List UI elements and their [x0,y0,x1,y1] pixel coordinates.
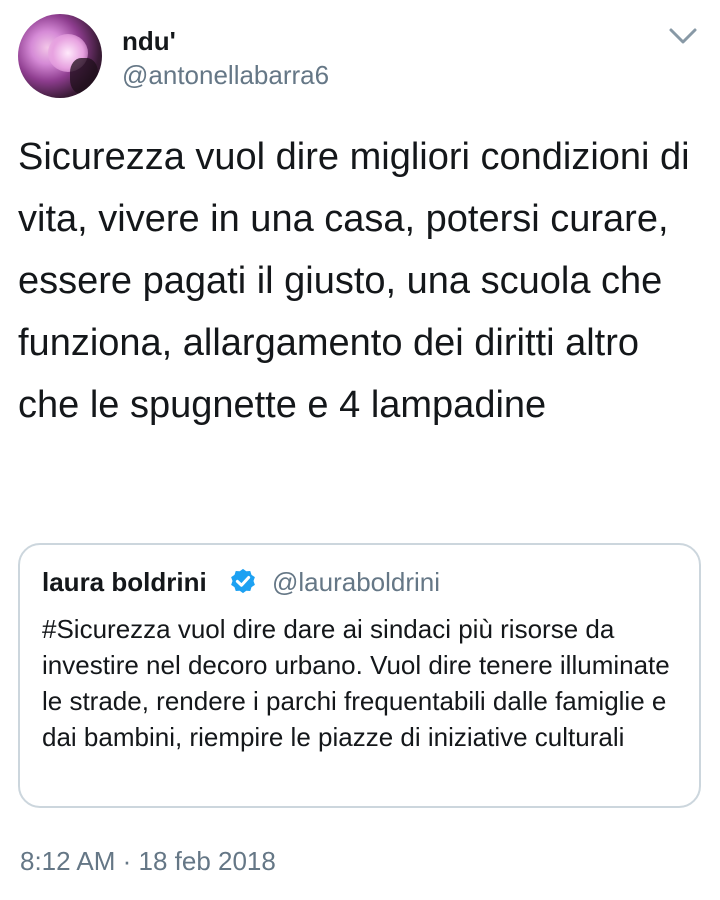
quoted-author-name: laura boldrini [42,567,207,597]
chevron-down-icon[interactable] [668,24,698,48]
author-display-name[interactable]: ndu' [122,26,176,57]
avatar[interactable] [18,14,102,98]
verified-badge-icon [231,568,255,594]
author-handle[interactable]: @antonellabarra6 [122,60,329,91]
tweet-container: ndu' @antonellabarra6 Sicurezza vuol dir… [0,0,720,900]
quoted-tweet-card[interactable]: laura boldrini @lauraboldrini #Sicurezza… [18,543,701,808]
tweet-timestamp[interactable]: 8:12 AM · 18 feb 2018 [20,846,276,877]
quoted-tweet-text: #Sicurezza vuol dire dare ai sindaci più… [42,614,670,752]
avatar-shadow [70,58,98,94]
quoted-author-handle: @lauraboldrini [272,567,441,597]
tweet-text: Sicurezza vuol dire migliori condizioni … [18,136,690,426]
